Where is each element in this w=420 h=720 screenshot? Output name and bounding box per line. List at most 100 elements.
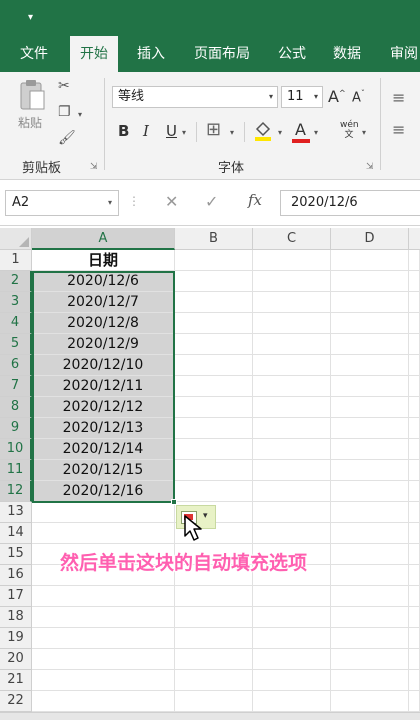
grid-cell[interactable]: [253, 607, 331, 628]
quick-access-dropdown-icon[interactable]: ▾: [28, 12, 33, 23]
grid-cell[interactable]: [175, 481, 253, 502]
grid-cell[interactable]: [409, 334, 420, 355]
row-header[interactable]: 11: [0, 460, 32, 481]
grid-cell[interactable]: [331, 544, 409, 565]
column-header-b[interactable]: B: [175, 228, 253, 250]
grid-cell[interactable]: [175, 250, 253, 271]
grid-cell[interactable]: [175, 271, 253, 292]
grid-cell[interactable]: [32, 502, 175, 523]
grid-cell[interactable]: [32, 523, 175, 544]
tab-data[interactable]: 数据: [333, 36, 361, 72]
grid-cell[interactable]: [175, 313, 253, 334]
row-header[interactable]: 22: [0, 691, 32, 712]
brush-icon[interactable]: 🖌: [58, 130, 76, 146]
grid-cell[interactable]: [331, 250, 409, 271]
grid-cell[interactable]: [409, 397, 420, 418]
row-header[interactable]: 15: [0, 544, 32, 565]
grid-cell[interactable]: [175, 439, 253, 460]
grid-cell[interactable]: 2020/12/9: [32, 334, 175, 355]
grid-cell[interactable]: [253, 502, 331, 523]
clipboard-launcher-icon[interactable]: ⇲: [90, 162, 98, 172]
paint-bucket-icon[interactable]: [252, 120, 274, 142]
grid-cell[interactable]: [331, 649, 409, 670]
grid-cell[interactable]: [409, 523, 420, 544]
row-header[interactable]: 1: [0, 250, 32, 271]
tab-page-layout[interactable]: 页面布局: [194, 36, 250, 72]
grid-cell[interactable]: [409, 376, 420, 397]
grid-cell[interactable]: 2020/12/10: [32, 355, 175, 376]
grid-cell[interactable]: [175, 691, 253, 712]
grid-cell[interactable]: [409, 250, 420, 271]
phonetic-dropdown-icon[interactable]: ▾: [362, 128, 366, 137]
grid-cell[interactable]: [253, 334, 331, 355]
grid-cell[interactable]: [409, 502, 420, 523]
row-header[interactable]: 5: [0, 334, 32, 355]
grid-cell[interactable]: [253, 460, 331, 481]
grid-cell[interactable]: 2020/12/8: [32, 313, 175, 334]
grid-cell[interactable]: [32, 586, 175, 607]
row-header[interactable]: 3: [0, 292, 32, 313]
tab-formulas[interactable]: 公式: [278, 36, 306, 72]
grid-cell[interactable]: [331, 607, 409, 628]
font-launcher-icon[interactable]: ⇲: [366, 162, 374, 172]
enter-icon[interactable]: ✓: [205, 192, 218, 211]
grid-cell[interactable]: [253, 313, 331, 334]
grid-cell[interactable]: [175, 334, 253, 355]
grid-cell[interactable]: [409, 649, 420, 670]
grid-cell[interactable]: [331, 376, 409, 397]
grid-cell[interactable]: [409, 628, 420, 649]
grid-cell[interactable]: 2020/12/14: [32, 439, 175, 460]
grid-cell[interactable]: [253, 397, 331, 418]
tab-review[interactable]: 审阅: [390, 36, 418, 72]
tab-file[interactable]: 文件: [20, 36, 48, 72]
column-header-e[interactable]: [409, 228, 420, 250]
grid-cell[interactable]: [32, 691, 175, 712]
grid-cell[interactable]: [331, 292, 409, 313]
grid-cell[interactable]: [175, 670, 253, 691]
grid-cell[interactable]: [175, 607, 253, 628]
grid-cell[interactable]: [331, 691, 409, 712]
row-header[interactable]: 16: [0, 565, 32, 586]
grid-cell[interactable]: [32, 628, 175, 649]
grid-cell[interactable]: [331, 355, 409, 376]
row-header[interactable]: 12: [0, 481, 32, 502]
grid-cell[interactable]: [409, 586, 420, 607]
row-header[interactable]: 10: [0, 439, 32, 460]
grid-cell[interactable]: [253, 439, 331, 460]
grid-cell[interactable]: [253, 628, 331, 649]
chevron-down-icon[interactable]: ▾: [269, 87, 273, 107]
borders-dropdown-icon[interactable]: ▾: [230, 128, 234, 137]
cancel-icon[interactable]: ✕: [165, 192, 178, 211]
grid-cell[interactable]: [253, 523, 331, 544]
grid-cell[interactable]: [32, 607, 175, 628]
grid-cell[interactable]: [409, 313, 420, 334]
grid-cell[interactable]: [175, 418, 253, 439]
tab-home[interactable]: 开始: [70, 36, 118, 72]
grid-cell[interactable]: [253, 376, 331, 397]
grid-cell[interactable]: 2020/12/16: [32, 481, 175, 502]
grid-cell[interactable]: [175, 628, 253, 649]
grid-cell[interactable]: [409, 607, 420, 628]
copy-icon[interactable]: ❐: [58, 104, 71, 120]
grid-cell[interactable]: [175, 376, 253, 397]
column-header-a[interactable]: A: [32, 228, 175, 250]
grid-cell[interactable]: [175, 649, 253, 670]
grid-cell[interactable]: [409, 460, 420, 481]
grow-font-button[interactable]: A^: [328, 87, 346, 106]
grid-cell[interactable]: [331, 439, 409, 460]
grid-cell[interactable]: [253, 586, 331, 607]
grid-cell[interactable]: [253, 670, 331, 691]
grid-cell[interactable]: [409, 355, 420, 376]
grid-cell[interactable]: [32, 670, 175, 691]
row-header[interactable]: 7: [0, 376, 32, 397]
grid-cell[interactable]: [331, 628, 409, 649]
grid-cell[interactable]: 2020/12/6: [32, 271, 175, 292]
grid-cell[interactable]: [331, 313, 409, 334]
grid-cell[interactable]: [253, 418, 331, 439]
grid-cell[interactable]: 日期: [32, 250, 175, 271]
name-box[interactable]: A2 ▾: [5, 190, 119, 216]
align-top-icon[interactable]: ≡: [392, 88, 405, 107]
column-header-c[interactable]: C: [253, 228, 331, 250]
grid-cell[interactable]: [409, 670, 420, 691]
scissors-icon[interactable]: ✂: [58, 78, 70, 94]
